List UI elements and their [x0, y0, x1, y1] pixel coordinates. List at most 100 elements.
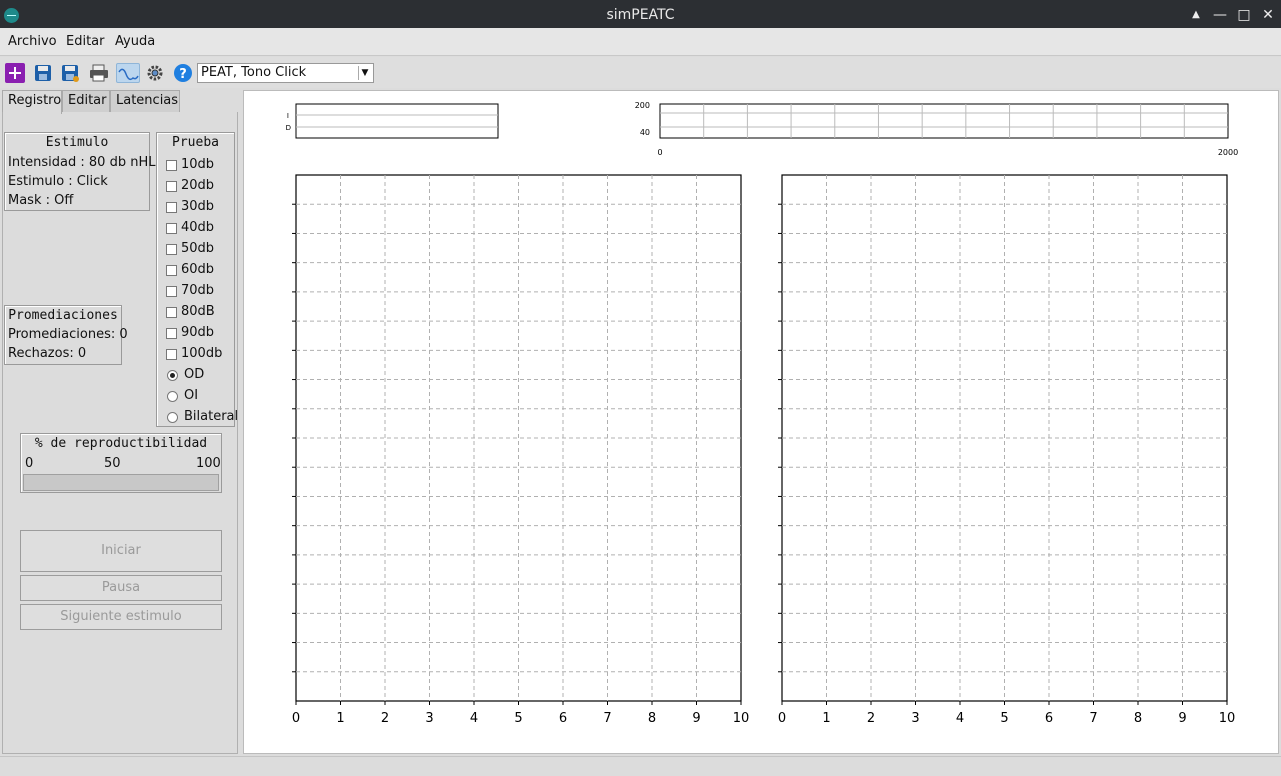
left-ear-plot-xtick-label: 1	[336, 711, 344, 726]
intensidad-label: Intensidad : 80 db nHL	[8, 155, 156, 170]
checkbox-30db[interactable]	[166, 202, 177, 213]
tab-editar[interactable]: Editar	[62, 90, 110, 112]
menu-editar[interactable]: Editar	[66, 34, 105, 49]
left-ear-plot-xtick-label: 8	[648, 711, 656, 726]
right-ear-plot-xtick-label: 8	[1134, 711, 1142, 726]
left-ear-plot-xtick-label: 7	[603, 711, 611, 726]
radio-label: Bilateral	[184, 409, 239, 424]
radio-oi[interactable]	[167, 391, 178, 402]
history-xtick: 0	[657, 148, 662, 157]
save-icon[interactable]	[33, 63, 53, 83]
svg-text:?: ?	[179, 67, 187, 82]
history-ytick: 40	[640, 128, 650, 137]
checkbox-label: 100db	[181, 346, 223, 361]
right-ear-plot-xtick-label: 6	[1045, 711, 1053, 726]
checkbox-40db[interactable]	[166, 223, 177, 234]
mask-label: Mask : Off	[8, 193, 74, 208]
menu-bar: Archivo Editar Ayuda	[0, 28, 1281, 56]
scale-100: 100	[196, 456, 221, 471]
right-ear-plot-xtick-label: 5	[1000, 711, 1008, 726]
checkbox-label: 50db	[181, 241, 215, 256]
menu-ayuda[interactable]: Ayuda	[115, 34, 155, 49]
checkbox-label: 60db	[181, 262, 215, 277]
left-ear-plot-xtick-label: 3	[425, 711, 433, 726]
help-icon[interactable]: ?	[173, 63, 193, 83]
right-ear-plot-xtick-label: 9	[1178, 711, 1186, 726]
radio-label: OI	[184, 388, 199, 403]
history-plot-frame	[659, 103, 1229, 139]
channel-label-i: I	[287, 112, 289, 120]
reproducibilidad-group: % de reproductibilidad 0 50 100	[20, 433, 222, 493]
checkbox-label: 70db	[181, 283, 215, 298]
checkbox-10db[interactable]	[166, 160, 177, 171]
right-ear-plot-xtick-label: 2	[867, 711, 875, 726]
estimulo-label: Estimulo : Click	[8, 174, 108, 189]
checkbox-label: 10db	[181, 157, 215, 172]
promediaciones-count: Promediaciones: 0	[8, 327, 128, 342]
checkbox-90db[interactable]	[166, 328, 177, 339]
estimulo-title: Estimulo	[45, 135, 109, 150]
right-ear-plot-xtick-label: 10	[1219, 711, 1236, 726]
checkbox-label: 90db	[181, 325, 215, 340]
new-icon[interactable]	[5, 63, 25, 83]
prueba-group: Prueba 10db 20db 30db 40db 50db 60db 70db 80dB 9…	[156, 132, 239, 427]
right-ear-plot-xtick-label: 4	[956, 711, 964, 726]
minimize-icon[interactable]: —	[1211, 6, 1229, 24]
maximize-icon[interactable]: □	[1235, 6, 1253, 24]
checkbox-label: 30db	[181, 199, 215, 214]
close-icon[interactable]: ✕	[1259, 6, 1277, 24]
rechazos-count: Rechazos: 0	[8, 346, 87, 361]
history-xtick: 2000	[1218, 148, 1238, 157]
pausa-button[interactable]: Pausa	[20, 575, 222, 601]
right-ear-plot-xtick-label: 1	[822, 711, 830, 726]
left-ear-plot-xtick-label: 10	[733, 711, 750, 726]
siguiente-estimulo-button[interactable]: Siguiente estimulo	[20, 604, 222, 630]
title-bar: simPEATC ▲ — □ ✕	[0, 0, 1281, 28]
left-ear-plot-xtick-label: 5	[514, 711, 522, 726]
left-ear-plot-xtick-label: 2	[381, 711, 389, 726]
tab-latencias[interactable]: Latencias	[110, 90, 180, 112]
checkbox-100db[interactable]	[166, 349, 177, 360]
reproducibilidad-bar	[23, 474, 219, 491]
channel-plot-frame	[295, 103, 499, 139]
radio-label: OD	[184, 367, 205, 382]
checkbox-label: 40db	[181, 220, 215, 235]
scale-50: 50	[104, 456, 121, 471]
menu-archivo[interactable]: Archivo	[8, 34, 57, 49]
radio-bilateral[interactable]	[167, 412, 178, 423]
waveform-icon[interactable]	[116, 63, 140, 83]
reproducibilidad-title: % de reproductibilidad	[34, 436, 208, 451]
tab-registro[interactable]: Registro	[2, 90, 62, 114]
left-ear-plot-xtick-label: 4	[470, 711, 478, 726]
plot-area: I D 200 40 0 2000 0 1 2 3 4 5 6 7 8 9 10 0 1 2 3 4 5 6 7 8 9 10	[243, 90, 1279, 754]
left-ear-plot-xtick-label: 6	[559, 711, 567, 726]
left-ear-plot-xtick-label: 9	[692, 711, 700, 726]
prueba-title: Prueba	[172, 135, 219, 150]
scale-0: 0	[25, 456, 34, 471]
promediaciones-group: Promediaciones Promediaciones: 0 Rechazo…	[4, 305, 128, 365]
save-as-icon[interactable]	[60, 63, 80, 83]
toolbar: ?	[0, 57, 1281, 88]
iniciar-button[interactable]: Iniciar	[20, 530, 222, 572]
checkbox-label: 20db	[181, 178, 215, 193]
print-icon[interactable]	[88, 63, 108, 83]
test-type-value: PEAT, Tono Click	[201, 65, 307, 80]
left-ear-plot-xtick-label: 0	[292, 711, 300, 726]
checkbox-50db[interactable]	[166, 244, 177, 255]
settings-gear-icon[interactable]	[145, 63, 165, 83]
checkbox-label: 80dB	[181, 304, 215, 319]
checkbox-70db[interactable]	[166, 286, 177, 297]
checkbox-20db[interactable]	[166, 181, 177, 192]
estimulo-group: Estimulo Intensidad : 80 db nHL Estimulo…	[4, 132, 155, 211]
checkbox-80db[interactable]	[166, 307, 177, 318]
radio-od[interactable]	[167, 370, 178, 381]
shade-icon[interactable]: ▲	[1187, 6, 1205, 24]
right-ear-plot-xtick-label: 7	[1089, 711, 1097, 726]
right-ear-plot-xtick-label: 3	[911, 711, 919, 726]
chevron-down-icon[interactable]: ▼	[358, 66, 371, 80]
checkbox-60db[interactable]	[166, 265, 177, 276]
channel-label-d: D	[286, 124, 291, 132]
history-ytick: 200	[635, 101, 650, 110]
test-type-select[interactable]: PEAT, Tono Click ▼	[197, 63, 374, 83]
status-bar	[0, 756, 1281, 776]
